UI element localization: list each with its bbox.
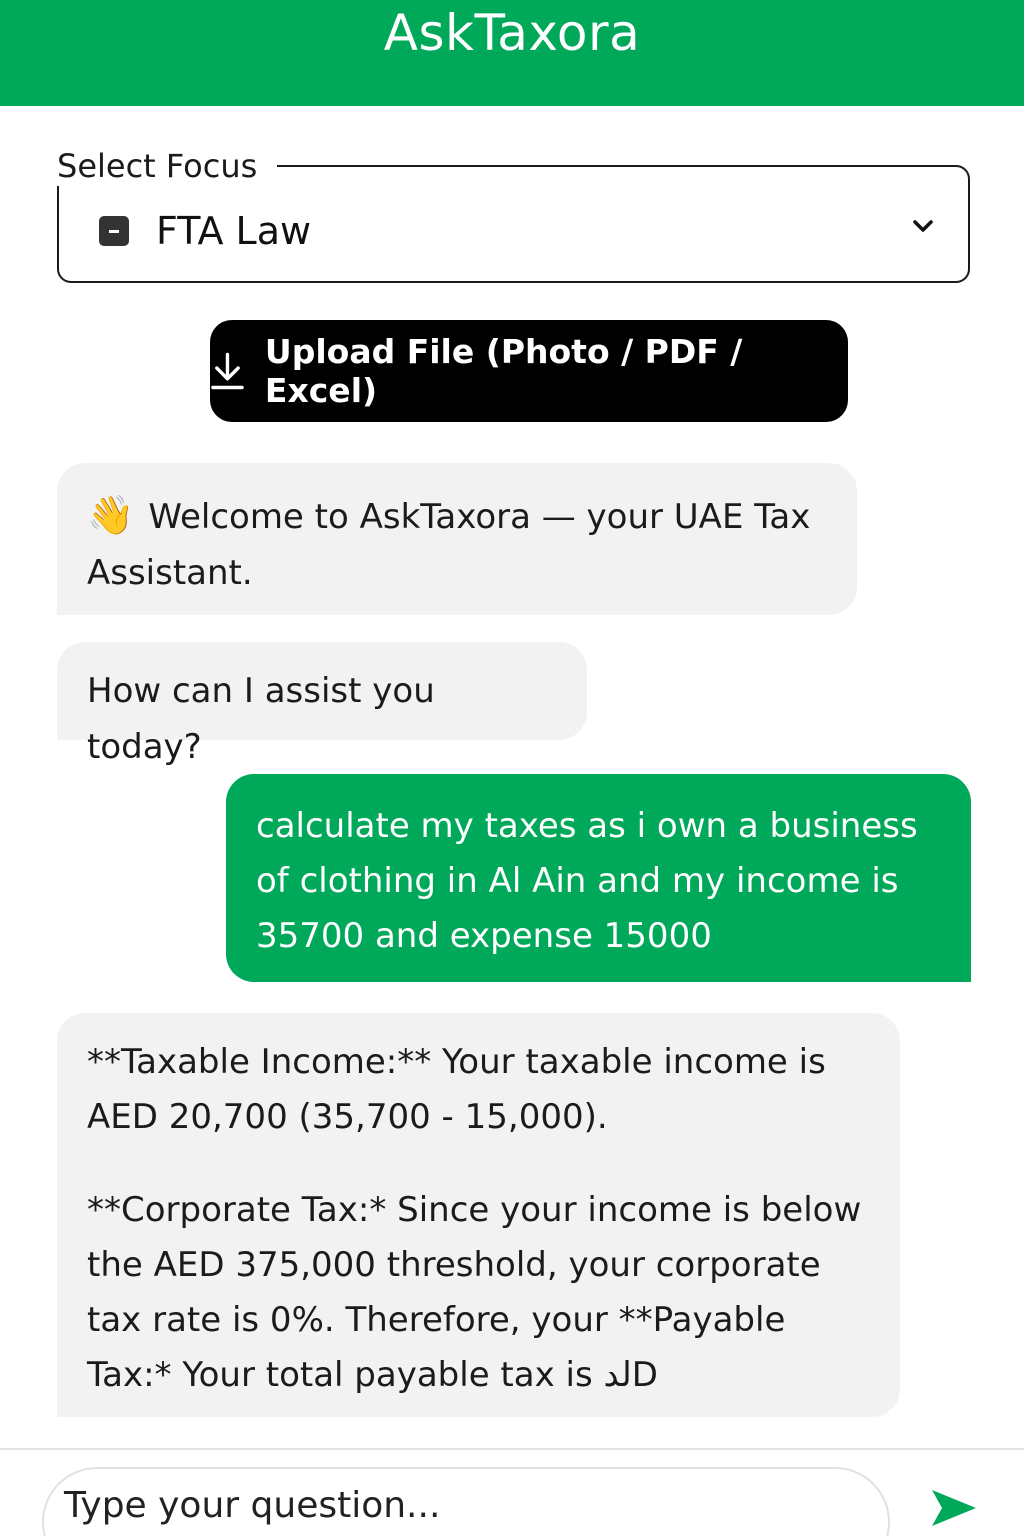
chevron-down-icon (913, 220, 933, 232)
bot-message-prompt: How can I assist you today? (57, 642, 587, 767)
reply-corporate-tax: **Corporate Tax:* Since your income is b… (87, 1190, 862, 1395)
app-header: AskTaxora (0, 0, 1024, 106)
focus-select-value: FTA Law (156, 209, 312, 253)
minus-square-icon (99, 216, 129, 246)
download-icon (211, 352, 244, 390)
bot-message-welcome: 👋 Welcome to AskTaxora — your UAE Tax Ass… (57, 463, 857, 615)
chat-app: AskTaxora Select Focus FTA Law Upload Fi… (0, 0, 1024, 1536)
question-input-placeholder: Type your question... (64, 1485, 441, 1526)
waving-hand-icon: 👋 (87, 493, 135, 537)
focus-select-label: Select Focus (57, 146, 278, 186)
prompt-text: How can I assist you today? (87, 671, 435, 767)
welcome-text: Welcome to AskTaxora — your UAE Tax Assi… (87, 497, 811, 593)
app-title: AskTaxora (383, 4, 641, 62)
input-divider (0, 1448, 1024, 1450)
bot-message-reply: **Taxable Income:** Your taxable income … (57, 1013, 900, 1417)
upload-file-button[interactable]: Upload File (Photo / PDF / Excel) (210, 320, 848, 422)
focus-select-group: Select Focus FTA Law (57, 144, 970, 284)
reply-taxable-income: **Taxable Income:** Your taxable income … (87, 1042, 826, 1137)
upload-file-label: Upload File (Photo / PDF / Excel) (264, 332, 743, 410)
question-input[interactable]: Type your question... (42, 1467, 890, 1536)
user-message-text: calculate my taxes as i own a business o… (256, 806, 918, 956)
send-icon[interactable] (930, 1488, 978, 1528)
user-message: calculate my taxes as i own a business o… (226, 774, 971, 982)
